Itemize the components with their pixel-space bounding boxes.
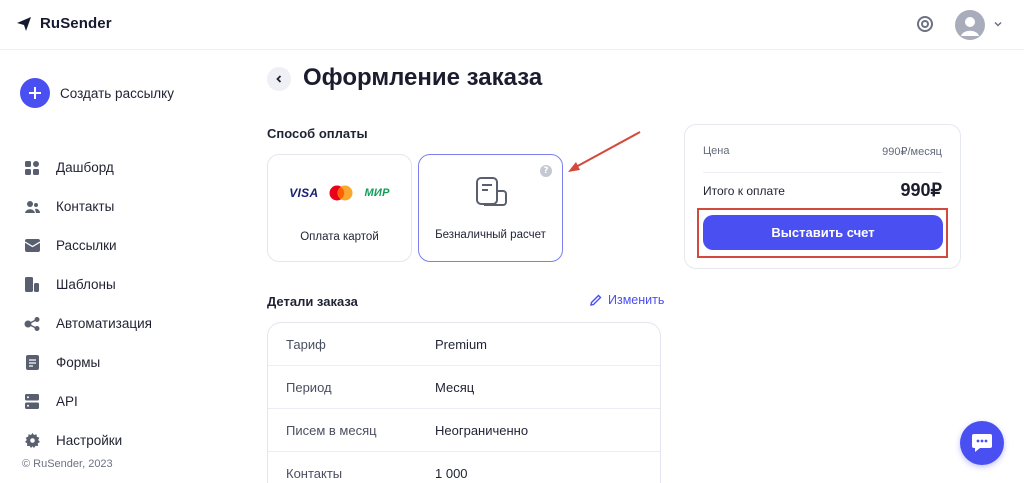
sidebar-item-automation[interactable]: Автоматизация [24, 304, 152, 343]
api-icon [24, 394, 40, 410]
detail-value: 1 000 [435, 466, 468, 481]
mir-logo: МИР [364, 187, 390, 199]
dashboard-icon [24, 160, 40, 176]
table-row: Писем в месяц Неограниченно [268, 409, 660, 452]
sidebar-item-contacts[interactable]: Контакты [24, 187, 152, 226]
sidebar-item-label: Автоматизация [56, 316, 152, 331]
sidebar-item-label: Рассылки [56, 238, 117, 253]
sidebar-item-label: Настройки [56, 433, 123, 448]
pencil-icon [590, 294, 602, 306]
payment-option-bank-transfer[interactable]: ? Безналичный расчет [418, 154, 563, 262]
order-details-heading: Детали заказа [267, 294, 358, 309]
table-row: Контакты 1 000 [268, 452, 660, 483]
detail-key: Писем в месяц [286, 422, 377, 438]
forms-icon [24, 355, 40, 371]
user-avatar[interactable] [955, 10, 985, 40]
chevron-left-icon [276, 75, 282, 83]
support-icon[interactable] [916, 15, 934, 33]
detail-value: Premium [435, 336, 488, 352]
card-brands: VISA МИР [268, 185, 411, 201]
sidebar-item-label: Контакты [56, 199, 115, 214]
user-icon [961, 17, 979, 36]
price-label: Цена [703, 145, 730, 157]
divider [703, 172, 942, 173]
order-details-table: Тариф Premium Период Месяц Писем в месяц… [267, 322, 661, 483]
page-title: Оформление заказа [303, 64, 543, 91]
sidebar-item-label: API [56, 394, 78, 409]
plus-icon [20, 78, 50, 108]
settings-icon [24, 433, 40, 449]
sidebar-item-api[interactable]: API [24, 382, 152, 421]
sidebar-item-label: Дашборд [56, 160, 114, 175]
chat-button[interactable] [960, 421, 1004, 465]
sidebar-item-label: Формы [56, 355, 101, 370]
detail-key: Тариф [286, 336, 326, 352]
total-row: Итого к оплате 990₽ [703, 180, 942, 201]
app-name: RuSender [40, 15, 112, 32]
automation-icon [24, 316, 40, 332]
detail-key: Контакты [286, 466, 343, 481]
sidebar-item-label: Шаблоны [56, 277, 116, 292]
invoice-icon [476, 177, 507, 206]
visa-logo: VISA [289, 186, 319, 200]
sidebar-item-campaigns[interactable]: Рассылки [24, 226, 152, 265]
payment-option-card[interactable]: VISA МИР Оплата картой [267, 154, 412, 262]
annotation-arrow-icon [568, 131, 641, 172]
annotation-highlight-box [697, 208, 948, 258]
mastercard-logo-icon [329, 185, 353, 201]
detail-value: Неограниченно [435, 422, 529, 438]
logo[interactable]: RuSender [16, 15, 112, 32]
payment-option-label: Безналичный расчет [435, 229, 546, 241]
sidebar: Создать рассылку Дашборд Контакты Рассыл… [0, 50, 225, 483]
edit-order-link[interactable]: Изменить [590, 293, 664, 307]
back-button[interactable] [267, 67, 291, 91]
contacts-icon [24, 199, 40, 215]
sidebar-item-dashboard[interactable]: Дашборд [24, 148, 152, 187]
create-campaign-button[interactable]: Создать рассылку [20, 78, 174, 108]
chat-icon [972, 434, 992, 452]
sidebar-item-settings[interactable]: Настройки [24, 421, 152, 460]
mail-icon [24, 238, 40, 254]
price-value: 990₽/месяц [882, 146, 942, 158]
payment-option-label: Оплата картой [300, 231, 379, 243]
total-value: 990₽ [900, 180, 942, 200]
price-row: Цена 990₽/месяц [703, 145, 942, 158]
detail-value: Месяц [435, 379, 475, 395]
payment-method-heading: Способ оплаты [267, 126, 368, 141]
sidebar-nav: Дашборд Контакты Рассылки Шаблоны Автома… [24, 148, 152, 460]
logo-icon [17, 16, 31, 31]
templates-icon [24, 277, 40, 293]
table-row: Тариф Premium [268, 323, 660, 366]
copyright: © RuSender, 2023 [22, 458, 113, 470]
total-label: Итого к оплате [703, 183, 785, 198]
top-bar: RuSender [0, 0, 1024, 50]
sidebar-item-templates[interactable]: Шаблоны [24, 265, 152, 304]
help-icon[interactable]: ? [540, 165, 552, 177]
detail-key: Период [286, 379, 332, 395]
chevron-down-icon[interactable] [993, 19, 1003, 29]
table-row: Период Месяц [268, 366, 660, 409]
sidebar-item-forms[interactable]: Формы [24, 343, 152, 382]
create-campaign-label: Создать рассылку [60, 85, 174, 101]
edit-label: Изменить [608, 293, 665, 307]
